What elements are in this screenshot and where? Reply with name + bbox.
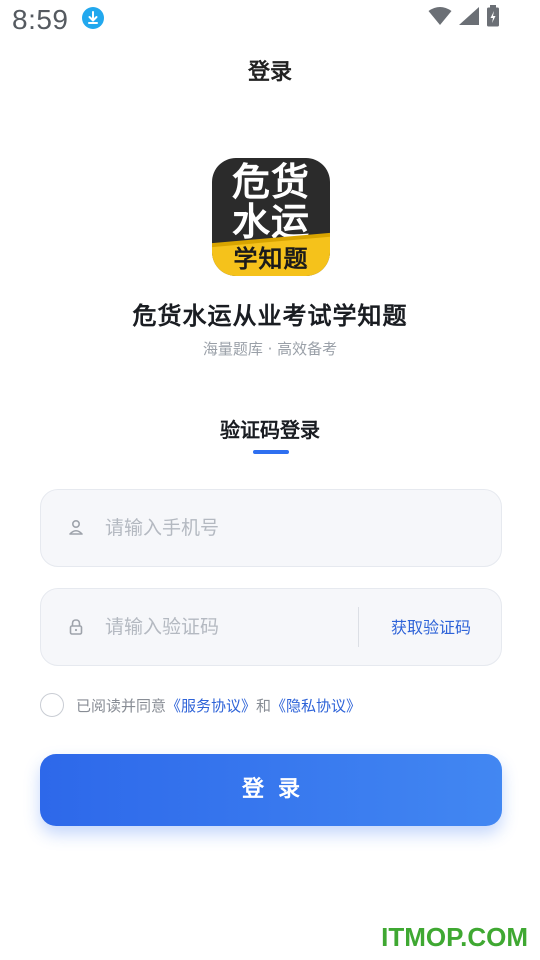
battery-charging-icon — [486, 5, 500, 31]
status-icons — [428, 5, 500, 31]
agreement-prefix: 已阅读并同意 — [76, 696, 167, 715]
login-button[interactable]: 登录 — [40, 754, 502, 826]
download-icon — [82, 7, 104, 29]
user-icon — [67, 518, 85, 538]
tab-code-login[interactable]: 验证码登录 — [0, 414, 540, 443]
agreement-and: 和 — [256, 696, 272, 715]
page-title: 登录 — [247, 60, 292, 85]
signal-icon — [458, 6, 480, 30]
status-bar: 8:59 — [0, 0, 540, 40]
agreement-checkbox[interactable] — [40, 693, 64, 717]
app-logo: 危货 水运 学知题 — [212, 158, 330, 276]
status-time: 8:59 — [12, 4, 69, 35]
agreement-row: 已阅读并同意 《服务协议》 和 《隐私协议》 — [40, 692, 361, 718]
lock-icon — [67, 617, 85, 637]
get-code-button[interactable]: 获取验证码 — [359, 589, 503, 667]
phone-input[interactable] — [105, 508, 475, 548]
app-slogan: 海量题库 · 高效备考 — [202, 340, 338, 358]
app-name: 危货水运从业考试学知题 — [132, 302, 408, 330]
privacy-agreement-link[interactable]: 《隐私协议》 — [271, 695, 361, 716]
wifi-icon — [428, 6, 452, 30]
logo-text-line-3: 学知题 — [233, 245, 309, 273]
phone-field — [40, 489, 502, 567]
watermark: ITMOP.COM — [381, 922, 528, 952]
tab-active-indicator — [253, 450, 289, 454]
logo-text-line-1: 危货 — [231, 160, 310, 204]
code-field: 获取验证码 — [40, 588, 502, 666]
service-agreement-link[interactable]: 《服务协议》 — [166, 695, 256, 716]
verification-code-input[interactable] — [105, 607, 355, 647]
